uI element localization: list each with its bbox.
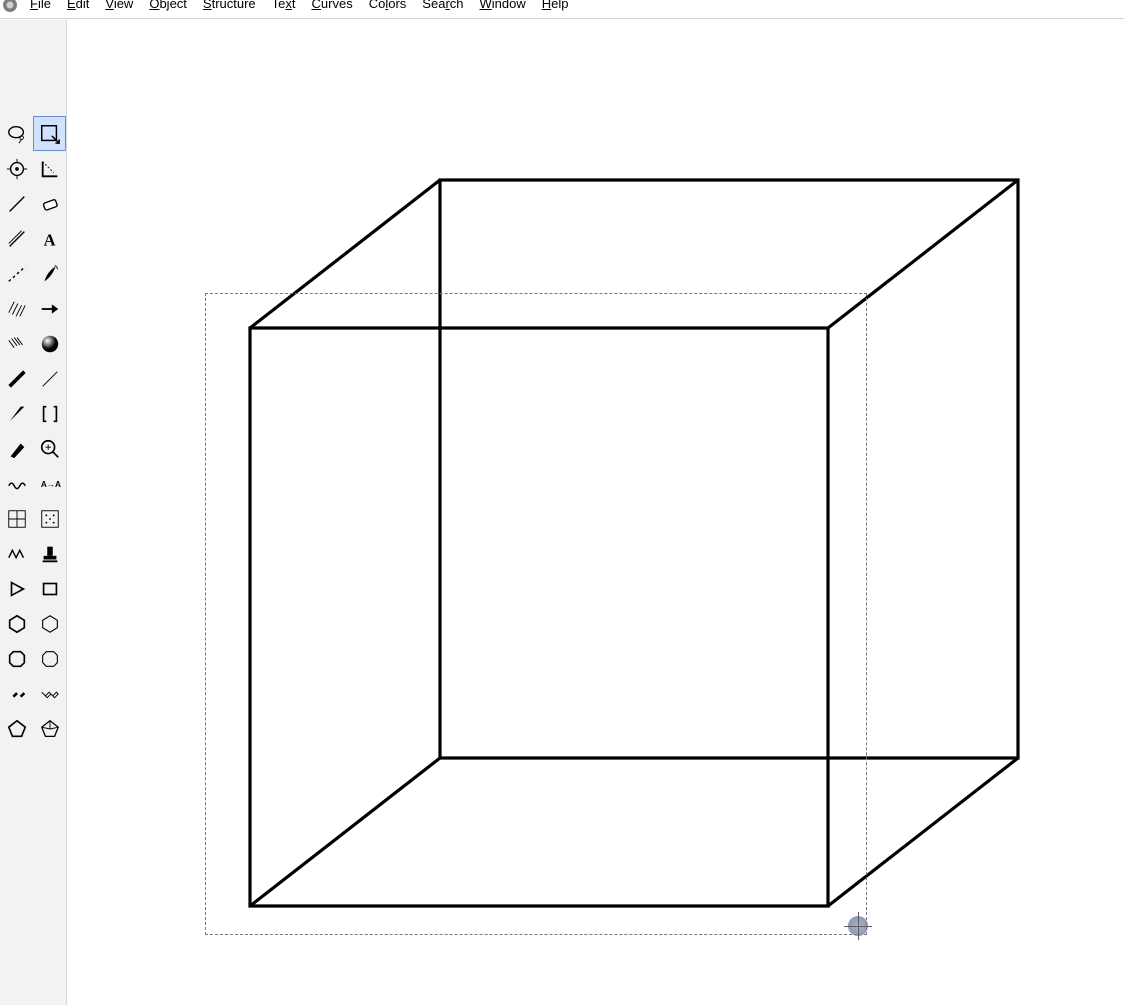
selection-cursor-handle[interactable] [848, 916, 868, 936]
menu-file[interactable]: File [22, 0, 59, 11]
angle-tool[interactable] [33, 151, 66, 186]
menu-help[interactable]: Help [534, 0, 577, 11]
hatch2-tool[interactable] [0, 326, 33, 361]
hatch-tool[interactable] [0, 291, 33, 326]
dash-line-tool[interactable] [0, 256, 33, 291]
brackets-icon [39, 403, 61, 425]
ribbon-out-icon [39, 683, 61, 705]
stamp-tool[interactable] [33, 536, 66, 571]
menu-text[interactable]: Text [264, 0, 304, 11]
hex-out-icon [39, 613, 61, 635]
rect-select-icon [39, 123, 61, 145]
zigzag-icon [6, 543, 28, 565]
nib-icon [6, 438, 28, 460]
menu-view[interactable]: View [97, 0, 141, 11]
menu-curves[interactable]: Curves [304, 0, 361, 11]
arrow-icon [39, 298, 61, 320]
menu-window[interactable]: Window [472, 0, 534, 11]
rect-icon [39, 578, 61, 600]
sphere-tool[interactable] [33, 326, 66, 361]
text-A-icon: A [39, 228, 61, 250]
stroke-line-icon [6, 228, 28, 250]
stamp-icon [39, 543, 61, 565]
pent-icon [6, 718, 28, 740]
rect-select-tool[interactable] [33, 116, 66, 151]
move-target-icon [6, 158, 28, 180]
canvas[interactable] [67, 20, 1124, 1005]
hatch2-icon [6, 333, 28, 355]
eraser-tool[interactable] [33, 186, 66, 221]
menu-search[interactable]: Search [414, 0, 471, 11]
hex-icon [6, 613, 28, 635]
move-tool[interactable] [0, 151, 33, 186]
zoom-plus-tool[interactable] [33, 431, 66, 466]
menu-object[interactable]: Object [141, 0, 195, 11]
zigzag-tool[interactable] [0, 536, 33, 571]
rectangle-tool[interactable] [33, 571, 66, 606]
selection-marquee [205, 293, 867, 935]
line-tool[interactable] [0, 186, 33, 221]
zoom-plus-icon [39, 438, 61, 460]
tool-panel: A A→A [0, 20, 67, 1005]
lasso-select-tool[interactable] [0, 116, 33, 151]
pentagon-tool[interactable] [0, 711, 33, 746]
line-icon [6, 193, 28, 215]
thick-line-icon [6, 368, 28, 390]
ribbon-tool[interactable] [0, 676, 33, 711]
text-path-icon: A→A [39, 473, 61, 495]
menu-bar: FileEditViewObjectStructureTextCurvesCol… [0, 0, 1124, 19]
menu-structure[interactable]: Structure [195, 0, 264, 11]
calligraphy-tool[interactable] [33, 256, 66, 291]
octagon-tool[interactable] [0, 641, 33, 676]
menu-edit[interactable]: Edit [59, 0, 97, 11]
wedge-icon [6, 403, 28, 425]
dash-line-icon [6, 263, 28, 285]
stroke-line-tool[interactable] [0, 221, 33, 256]
grid-tool[interactable] [0, 501, 33, 536]
wave-icon [6, 473, 28, 495]
thin-line-icon [39, 368, 61, 390]
sphere-icon [39, 333, 61, 355]
ribbon-outline-tool[interactable] [33, 676, 66, 711]
oct-icon [6, 648, 28, 670]
hexagon-outline-tool[interactable] [33, 606, 66, 641]
brackets-tool[interactable] [33, 396, 66, 431]
hexagon-tool[interactable] [0, 606, 33, 641]
arrow-tool[interactable] [33, 291, 66, 326]
oct-out-icon [39, 648, 61, 670]
thin-line-tool[interactable] [33, 361, 66, 396]
menu-colors[interactable]: Colors [361, 0, 415, 11]
dot-grid-tool[interactable] [33, 501, 66, 536]
eraser-icon [39, 193, 61, 215]
svg-text:A: A [43, 230, 55, 249]
pent3d-icon [39, 718, 61, 740]
hatch-icon [6, 298, 28, 320]
svg-text:A→A: A→A [40, 479, 60, 488]
pen-icon [39, 263, 61, 285]
thick-line-tool[interactable] [0, 361, 33, 396]
nib-tool[interactable] [0, 431, 33, 466]
lasso-icon [6, 123, 28, 145]
tool-grid: A A→A [0, 116, 66, 746]
text-tool[interactable]: A [33, 221, 66, 256]
text-path-tool[interactable]: A→A [33, 466, 66, 501]
octagon-outline-tool[interactable] [33, 641, 66, 676]
pentagon-3d-tool[interactable] [33, 711, 66, 746]
play-icon [6, 578, 28, 600]
ribbon-icon [6, 683, 28, 705]
dot-grid-icon [39, 508, 61, 530]
grid-icon [6, 508, 28, 530]
angle-icon [39, 158, 61, 180]
wedge-tool[interactable] [0, 396, 33, 431]
play-tool[interactable] [0, 571, 33, 606]
app-icon [2, 0, 18, 13]
wave-tool[interactable] [0, 466, 33, 501]
